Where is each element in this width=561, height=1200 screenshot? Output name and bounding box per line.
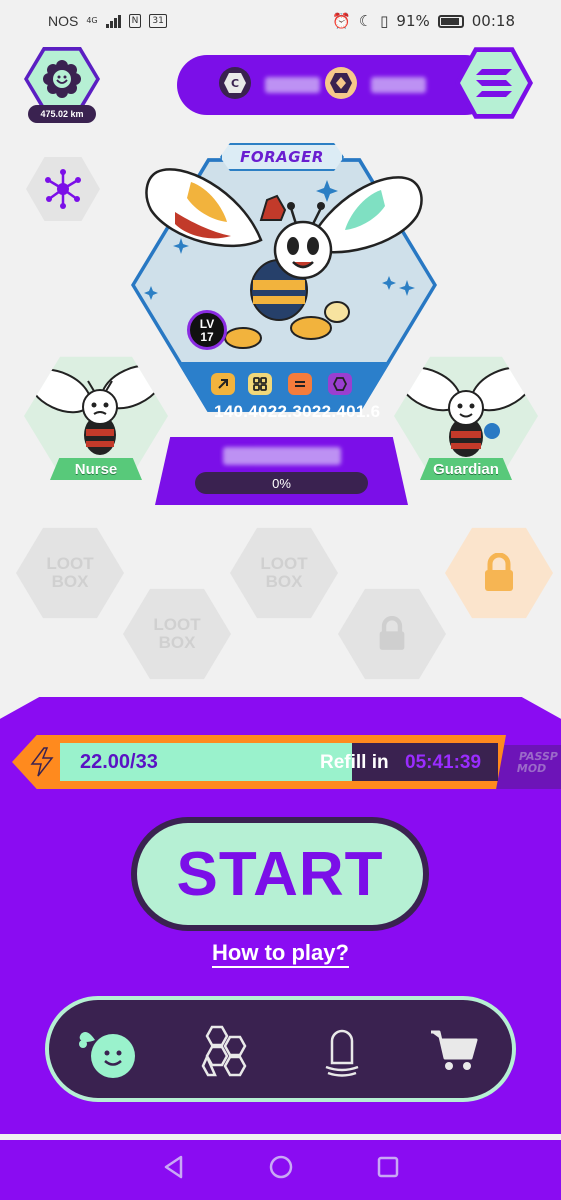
start-button[interactable]: START — [131, 817, 429, 931]
solana-icon — [476, 69, 512, 97]
energy-bar: 22.00/33 Refill in 05:41:39 — [12, 735, 506, 789]
refill-timer: 05:41:39 — [405, 752, 482, 773]
lock-icon — [379, 616, 405, 650]
capsule-icon — [325, 1029, 359, 1077]
home-icon[interactable] — [268, 1154, 294, 1180]
bottom-navigation — [45, 996, 516, 1102]
refill-label: Refill in — [320, 752, 389, 773]
lootbox-label-line1: LOOT — [153, 615, 201, 634]
class-label: FORAGER — [220, 143, 344, 171]
character-progress: 0% — [195, 472, 368, 494]
lock-icon — [485, 553, 513, 591]
battery-percent: 91% — [396, 12, 430, 30]
lootbox-slot-2[interactable]: LOOT BOX — [230, 527, 338, 619]
energy-value: 22.00/33 — [80, 751, 158, 773]
lootbox-slot-locked[interactable] — [338, 588, 446, 680]
lootbox-slot-1[interactable]: LOOT BOX — [16, 527, 124, 619]
lootbox-label-line1: LOOT — [46, 554, 94, 573]
nfc-icon: N — [128, 14, 142, 28]
nav-capsule[interactable] — [307, 1020, 377, 1082]
ability-arrow[interactable] — [211, 373, 235, 395]
how-to-play-link[interactable]: How to play? — [212, 940, 349, 968]
clock: 00:18 — [471, 12, 515, 30]
flower-smiley-icon — [43, 60, 81, 98]
svg-text:C: C — [231, 77, 239, 90]
side-card-label-nurse: Nurse — [50, 458, 142, 480]
nav-home[interactable] — [73, 1020, 143, 1082]
coin-gem-icon — [325, 67, 357, 99]
start-label: START — [137, 823, 423, 925]
level-badge: LV 17 — [187, 310, 227, 350]
level-value: 17 — [200, 330, 214, 344]
ability-grid[interactable] — [248, 373, 272, 395]
side-card-label-guardian: Guardian — [420, 458, 512, 480]
distance-badge: 475.02 km — [28, 105, 96, 123]
lootbox-label-line1: LOOT — [260, 554, 308, 573]
lightning-icon — [26, 746, 58, 778]
lootbox-label-line2: BOX — [158, 633, 196, 652]
progress-label: 0% — [272, 475, 291, 491]
hexagon-icon — [333, 377, 347, 391]
character-name-panel — [155, 437, 408, 505]
calendar-icon: 31 — [149, 14, 167, 28]
lootbox-slot-3[interactable]: LOOT BOX — [123, 588, 231, 680]
network-button[interactable] — [26, 157, 100, 221]
battery-icon — [437, 14, 464, 28]
recents-icon[interactable] — [376, 1155, 400, 1179]
passport-label-line2: MOD — [515, 762, 548, 775]
token2-amount-hidden — [371, 77, 426, 93]
ability-equals[interactable] — [288, 373, 312, 395]
character-stats: 140.4022.3022.401.6 — [214, 402, 381, 421]
moon-icon: ☾ — [358, 12, 373, 30]
lootbox-label-line2: BOX — [51, 572, 89, 591]
forager-bee-image — [144, 168, 423, 349]
system-navigation-bar — [0, 1134, 561, 1200]
grid-icon — [253, 377, 267, 391]
network-nodes-icon — [45, 169, 81, 209]
alarm-icon: ⏰ — [332, 12, 351, 30]
bee-bomb-icon — [79, 1032, 135, 1078]
level-prefix: LV — [199, 317, 215, 331]
nav-shop[interactable] — [419, 1020, 489, 1082]
profile-avatar[interactable]: 475.02 km — [24, 45, 100, 125]
lootbox-label-line2: BOX — [265, 572, 303, 591]
coin-c-icon: C — [219, 67, 251, 99]
equals-icon — [295, 381, 305, 387]
character-name-hidden — [223, 447, 341, 465]
lootbox-slot-locked-orange[interactable] — [445, 527, 553, 619]
token1-amount-hidden — [265, 77, 320, 93]
signal-icon — [105, 14, 121, 28]
cart-icon — [431, 1030, 478, 1070]
back-icon[interactable] — [161, 1154, 187, 1180]
status-bar: NOS 4G N 31 ⏰ ☾ ▯ 91% 00:18 — [0, 0, 561, 42]
carrier-label: NOS — [48, 13, 79, 29]
network-type: 4G — [86, 16, 98, 25]
ability-hexagon[interactable] — [328, 373, 352, 395]
hexagons-icon — [201, 1025, 247, 1077]
vibrate-icon: ▯ — [380, 12, 389, 30]
wallet-bar[interactable]: C — [177, 55, 495, 115]
nav-hive[interactable] — [189, 1020, 259, 1082]
arrow-icon — [218, 379, 228, 389]
